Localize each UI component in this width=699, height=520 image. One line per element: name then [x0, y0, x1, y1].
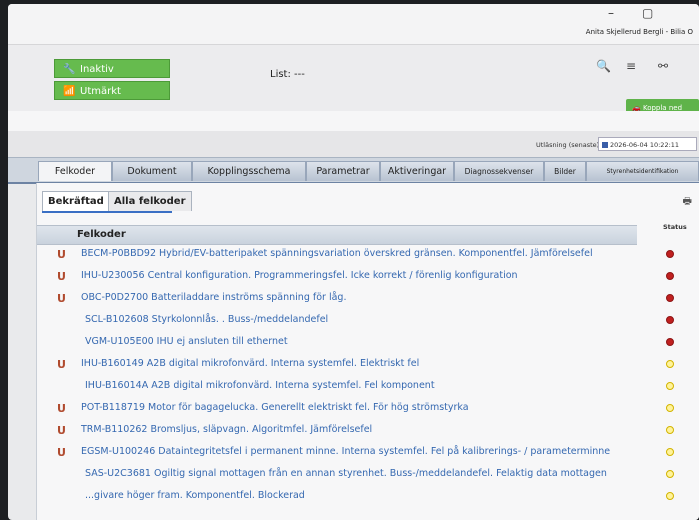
fault-code-text[interactable]: POT-B118719 Motor för bagagelucka. Gener… [81, 402, 469, 413]
magnet-icon: Ս [57, 446, 66, 459]
status-indicator [666, 470, 674, 478]
fault-code-text[interactable]: BECM-P0BBD92 Hybrid/EV-batteripaket spän… [81, 248, 593, 259]
table-row[interactable]: SCL-B102608 Styrkolonnlås. . Buss-/medde… [37, 312, 699, 333]
list-label: List: --- [270, 69, 305, 80]
table-row[interactable]: Ս OBC-P0D2700 Batteriladdare inströms spä… [37, 290, 699, 311]
table-row[interactable]: Ս BECM-P0BBD92 Hybrid/EV-batteripaket spä… [37, 246, 699, 267]
calendar-icon [602, 142, 608, 148]
table-row[interactable]: Ս IHU-U230056 Central konfiguration. Prog… [37, 268, 699, 289]
readout-select[interactable]: 2026-06-04 10:22:11 [598, 137, 697, 151]
wifi-icon: 📶 [63, 86, 76, 97]
table-row[interactable]: SAS-U2C3681 Ogiltig signal mottagen från… [37, 466, 699, 487]
subtab-confirmed[interactable]: Bekräftad [42, 191, 110, 211]
column-header-status[interactable]: Status [663, 223, 687, 231]
connection-status-label: Inaktiv [80, 64, 114, 75]
table-row[interactable]: VGM-U105E00 IHU ej ansluten till etherne… [37, 334, 699, 355]
link-icon[interactable]: ⚯ [658, 59, 668, 73]
subtab-all-fault-codes[interactable]: Alla felkoder [108, 191, 192, 211]
magnet-icon: Ս [57, 248, 66, 261]
table-row[interactable]: ...givare höger fram. Komponentfel. Bloc… [37, 488, 699, 509]
tab-styrenhetsidentifikation[interactable]: Styrenhetsidentifikation [586, 161, 699, 181]
readout-value: 2026-06-04 10:22:11 [610, 141, 680, 149]
table-row[interactable]: Ս EGSM-U100246 Dataintegritetsfel i perma… [37, 444, 699, 465]
spacer-bar [8, 111, 699, 131]
tab-diagnossekvenser[interactable]: Diagnossekvenser [454, 161, 544, 181]
wrench-icon: 🔧 [63, 64, 76, 75]
readout-label: Utläsning (senaste) [536, 141, 600, 149]
search-icon[interactable]: 🔍 [596, 59, 611, 73]
tab-parametrar[interactable]: Parametrar [306, 161, 380, 181]
magnet-icon: Ս [57, 292, 66, 305]
toolbar: 🔧 Inaktiv 📶 Utmärkt List: --- 🔍 ≡ ⚯ 🚗 Kopp… [8, 44, 699, 117]
status-indicator [666, 316, 674, 324]
subtab-selection-indicator [42, 211, 172, 213]
minimize-button[interactable]: – [608, 6, 614, 20]
magnet-icon: Ս [57, 270, 66, 283]
status-indicator [666, 272, 674, 280]
table-row[interactable]: IHU-B16014A A2B digital mikrofonvärd. In… [37, 378, 699, 399]
signal-status-badge: 📶 Utmärkt [54, 81, 170, 100]
user-name: Anita Skjellerud Bergli - Bilia O [585, 28, 693, 36]
table-row[interactable]: Ս POT-B118719 Motor för bagagelucka. Gene… [37, 400, 699, 421]
fault-code-text[interactable]: VGM-U105E00 IHU ej ansluten till etherne… [85, 336, 288, 347]
fault-code-text[interactable]: ...givare höger fram. Komponentfel. Bloc… [85, 490, 305, 501]
magnet-icon: Ս [57, 424, 66, 437]
status-indicator [666, 382, 674, 390]
status-indicator [666, 492, 674, 500]
application-window: – ▢ Anita Skjellerud Bergli - Bilia O 🔧 I… [8, 4, 699, 520]
fault-code-text[interactable]: OBC-P0D2700 Batteriladdare inströms spän… [81, 292, 346, 303]
status-indicator [666, 448, 674, 456]
status-indicator [666, 250, 674, 258]
tab-felkoder[interactable]: Felkoder [38, 161, 112, 181]
tab-kopplingsschema[interactable]: Kopplingsschema [192, 161, 306, 181]
fault-code-panel: Bekräftad Alla felkoder 🖶 Felkoder Statu… [36, 183, 699, 520]
title-bar: – ▢ Anita Skjellerud Bergli - Bilia O [8, 4, 699, 44]
fault-code-text[interactable]: IHU-B16014A A2B digital mikrofonvärd. In… [85, 380, 435, 391]
fault-code-text[interactable]: EGSM-U100246 Dataintegritetsfel i perman… [81, 446, 610, 457]
main-tabs: Felkoder Dokument Kopplingsschema Parame… [8, 157, 699, 184]
status-indicator [666, 404, 674, 412]
status-indicator [666, 360, 674, 368]
table-header: Felkoder [37, 225, 637, 245]
status-indicator [666, 426, 674, 434]
table-row[interactable]: Ս TRM-B110262 Bromsljus, släpvagn. Algori… [37, 422, 699, 443]
tab-dokument[interactable]: Dokument [112, 161, 192, 181]
column-header-felkoder[interactable]: Felkoder [77, 229, 126, 240]
table-row[interactable]: Ս IHU-B160149 A2B digital mikrofonvärd. I… [37, 356, 699, 377]
print-icon[interactable]: 🖶 [683, 194, 692, 211]
connection-status-badge: 🔧 Inaktiv [54, 59, 170, 78]
magnet-icon: Ս [57, 358, 66, 371]
maximize-button[interactable]: ▢ [642, 6, 653, 20]
status-indicator [666, 294, 674, 302]
magnet-icon: Ս [57, 402, 66, 415]
signal-status-label: Utmärkt [80, 86, 121, 97]
fault-code-text[interactable]: SAS-U2C3681 Ogiltig signal mottagen från… [85, 468, 607, 479]
status-indicator [666, 338, 674, 346]
menu-icon[interactable]: ≡ [626, 59, 636, 73]
tab-bilder[interactable]: Bilder [544, 161, 586, 181]
fault-code-text[interactable]: SCL-B102608 Styrkolonnlås. . Buss-/medde… [85, 314, 328, 325]
fault-code-text[interactable]: IHU-U230056 Central konfiguration. Progr… [81, 270, 518, 281]
tab-aktiveringar[interactable]: Aktiveringar [380, 161, 454, 181]
fault-code-text[interactable]: TRM-B110262 Bromsljus, släpvagn. Algorit… [81, 424, 372, 435]
readout-bar: Utläsning (senaste) 2026-06-04 10:22:11 [8, 131, 699, 157]
fault-code-text[interactable]: IHU-B160149 A2B digital mikrofonvärd. In… [81, 358, 419, 369]
